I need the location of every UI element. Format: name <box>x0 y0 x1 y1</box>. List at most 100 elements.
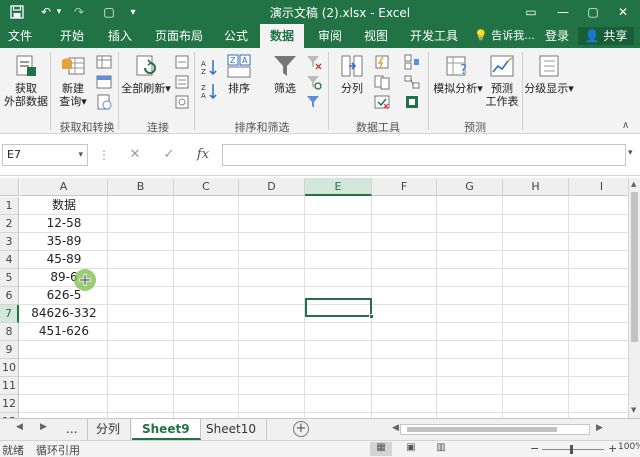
properties-icon[interactable] <box>174 74 190 90</box>
customize-qa-icon[interactable]: ▾ <box>126 3 140 21</box>
cell-a3[interactable]: 35-89 <box>20 233 108 250</box>
tab-home[interactable]: 开始 <box>52 24 92 48</box>
tab-page-layout[interactable]: 页面布局 <box>146 24 212 48</box>
vertical-scrollbar[interactable]: ▲ ▼ <box>628 178 640 418</box>
sort-button[interactable]: ZA 排序 <box>222 53 256 95</box>
tab-review[interactable]: 审阅 <box>310 24 350 48</box>
cell-a8[interactable]: 451-626 <box>20 323 108 340</box>
remove-duplicates-icon[interactable] <box>374 74 390 90</box>
collapse-ribbon-icon[interactable]: ∧ <box>622 120 629 131</box>
column-header-g[interactable]: G <box>437 178 503 196</box>
relationships-icon[interactable] <box>404 74 420 90</box>
new-query-button[interactable]: 新建 查询▾ <box>54 53 92 108</box>
sheet-tab-sheet10[interactable]: Sheet10 <box>196 419 267 440</box>
from-table-icon[interactable] <box>96 74 112 90</box>
insert-function-icon[interactable]: fx <box>192 144 214 166</box>
sheet-tab-sheet9[interactable]: Sheet9 <box>132 419 201 440</box>
close-icon[interactable]: ✕ <box>608 2 638 22</box>
zoom-slider[interactable] <box>542 449 604 450</box>
reapply-icon[interactable] <box>306 74 322 90</box>
enter-icon[interactable]: ✓ <box>158 144 180 166</box>
column-header-a[interactable]: A <box>20 178 108 196</box>
fill-handle[interactable] <box>369 314 374 319</box>
data-model-icon[interactable] <box>404 94 420 110</box>
get-external-data-button[interactable]: 获取 外部数据 <box>4 53 48 108</box>
normal-view-icon[interactable]: ▦ <box>370 442 392 456</box>
connections-icon[interactable] <box>174 54 190 70</box>
column-header-f[interactable]: F <box>372 178 437 196</box>
hscroll-left-icon[interactable]: ◀ <box>392 423 399 433</box>
tab-formulas[interactable]: 公式 <box>216 24 256 48</box>
row-header-12[interactable]: 12 <box>0 395 19 413</box>
formula-bar-splitter-icon[interactable]: ⋮ <box>98 144 110 166</box>
name-box[interactable]: E7 ▾ <box>2 144 88 166</box>
row-header-3[interactable]: 3 <box>0 233 19 251</box>
zoom-out-icon[interactable]: − <box>530 442 539 455</box>
column-header-c[interactable]: C <box>174 178 239 196</box>
hscroll-right-icon[interactable]: ▶ <box>596 423 603 433</box>
tab-insert[interactable]: 插入 <box>100 24 140 48</box>
selected-cell-e7[interactable] <box>305 298 374 319</box>
sheet-tab-split[interactable]: 分列 <box>86 419 132 440</box>
tab-developer[interactable]: 开发工具 <box>404 24 464 48</box>
expand-formula-bar-icon[interactable]: ▾ <box>628 148 633 158</box>
page-layout-view-icon[interactable]: ▣ <box>400 442 422 456</box>
page-break-view-icon[interactable]: ▥ <box>430 442 452 456</box>
cell-a1[interactable]: 数据 <box>20 197 108 214</box>
column-header-e[interactable]: E <box>305 178 372 196</box>
sheet-next-icon[interactable]: ▶ <box>40 422 47 432</box>
row-header-7[interactable]: 7 <box>0 305 19 323</box>
tab-file[interactable]: 文件 <box>2 24 38 48</box>
column-header-d[interactable]: D <box>239 178 305 196</box>
row-header-11[interactable]: 11 <box>0 377 19 395</box>
horizontal-scrollbar[interactable] <box>400 424 590 435</box>
ribbon-display-icon[interactable]: ▭ <box>516 2 546 22</box>
column-header-h[interactable]: H <box>503 178 569 196</box>
forecast-sheet-button[interactable]: 预测 工作表 <box>484 53 520 108</box>
advanced-filter-icon[interactable] <box>306 94 322 110</box>
undo-icon[interactable]: ↶ <box>38 3 54 21</box>
cell-a4[interactable]: 45-89 <box>20 251 108 268</box>
sheet-prev-icon[interactable]: ◀ <box>16 422 23 432</box>
minimize-icon[interactable]: — <box>548 2 578 22</box>
flash-fill-icon[interactable] <box>374 54 390 70</box>
scroll-down-icon[interactable]: ▼ <box>631 406 636 414</box>
refresh-all-button[interactable]: 全部刷新▾ <box>121 53 171 95</box>
zoom-slider-knob[interactable] <box>570 445 573 454</box>
data-validation-icon[interactable] <box>374 94 390 110</box>
cancel-icon[interactable]: ✕ <box>124 144 146 166</box>
sort-ascending-icon[interactable]: AZ <box>200 58 218 76</box>
consolidate-icon[interactable] <box>404 54 420 70</box>
row-header-1[interactable]: 1 <box>0 197 19 215</box>
row-header-5[interactable]: 5 <box>0 269 19 287</box>
zoom-level[interactable]: 100% <box>618 442 640 452</box>
tab-data[interactable]: 数据 <box>260 24 304 48</box>
scroll-up-icon[interactable]: ▲ <box>631 180 636 188</box>
formula-input[interactable] <box>222 144 626 166</box>
share-button[interactable]: 👤 共享 <box>578 27 634 45</box>
row-header-10[interactable]: 10 <box>0 359 19 377</box>
save-icon[interactable] <box>8 3 26 21</box>
redo-icon[interactable]: ↷ <box>70 3 88 21</box>
new-doc-icon[interactable]: ▢ <box>100 3 118 21</box>
column-header-i[interactable]: I <box>569 178 628 196</box>
name-box-dropdown-icon[interactable]: ▾ <box>78 145 83 165</box>
edit-links-icon[interactable] <box>174 94 190 110</box>
recent-sources-icon[interactable] <box>96 94 112 110</box>
restore-icon[interactable]: ▢ <box>578 2 608 22</box>
zoom-in-icon[interactable]: + <box>608 442 617 455</box>
select-all-corner[interactable] <box>0 178 19 196</box>
filter-button[interactable]: 筛选 <box>268 53 302 95</box>
tell-me-box[interactable]: 💡 告诉我... <box>474 24 535 48</box>
row-header-2[interactable]: 2 <box>0 215 19 233</box>
row-header-4[interactable]: 4 <box>0 251 19 269</box>
show-queries-icon[interactable] <box>96 54 112 70</box>
tab-view[interactable]: 视图 <box>356 24 396 48</box>
text-to-columns-button[interactable]: 分列 <box>334 53 370 95</box>
what-if-analysis-button[interactable]: ? 模拟分析▾ <box>432 53 484 95</box>
cell-a7[interactable]: 84626-332 <box>20 305 108 322</box>
undo-dropdown-icon[interactable]: ▾ <box>54 3 64 21</box>
sheet-tab-more[interactable]: ... <box>56 419 89 440</box>
clear-filter-icon[interactable] <box>306 54 322 70</box>
row-header-8[interactable]: 8 <box>0 323 19 341</box>
